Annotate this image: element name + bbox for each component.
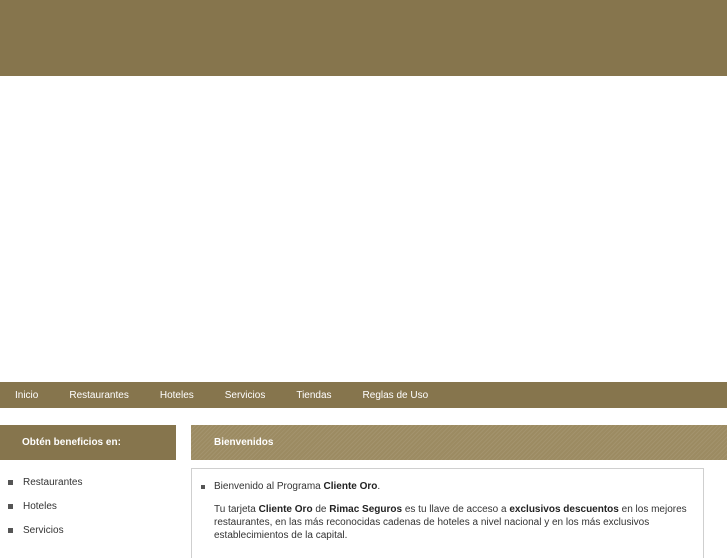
sidebar-title: Obtén beneficios en: — [22, 437, 121, 448]
intro-text-1: Tu tarjeta — [214, 504, 259, 515]
sidebar-item-servicios[interactable]: Servicios — [0, 518, 176, 542]
nav-item-tiendas[interactable]: Tiendas — [296, 390, 331, 401]
main-header: Bienvenidos — [191, 425, 727, 460]
bullet-icon — [8, 479, 13, 485]
welcome-text: Bienvenido al Programa Cliente Oro. — [214, 481, 380, 493]
main-title: Bienvenidos — [214, 437, 274, 448]
welcome-suffix: . — [377, 481, 381, 492]
nav-item-restaurantes[interactable]: Restaurantes — [69, 390, 128, 401]
bullet-icon — [8, 503, 13, 509]
nav-item-hoteles[interactable]: Hoteles — [160, 390, 194, 401]
sidebar-list: Restaurantes Hoteles Servicios — [0, 470, 176, 542]
sidebar-item-label[interactable]: Hoteles — [23, 501, 57, 512]
welcome-line: Bienvenido al Programa Cliente Oro. — [201, 481, 693, 493]
company-name: Rimac Seguros — [329, 504, 403, 515]
hero-area — [0, 76, 727, 382]
card-name: Cliente Oro — [258, 504, 313, 515]
nav-item-reglas-de-uso[interactable]: Reglas de Uso — [363, 390, 429, 401]
sidebar-header: Obtén beneficios en: — [0, 425, 176, 460]
discounts-highlight: exclusivos descuentos — [509, 504, 619, 515]
sidebar-item-hoteles[interactable]: Hoteles — [0, 494, 176, 518]
top-banner — [0, 0, 727, 76]
bullet-icon — [201, 485, 205, 489]
bullet-icon — [8, 527, 13, 533]
intro-text-2: de — [312, 504, 330, 515]
intro-paragraph: Tu tarjeta Cliente Oro de Rimac Seguros … — [214, 503, 693, 542]
sidebar-item-label[interactable]: Servicios — [23, 525, 64, 536]
welcome-prefix: Bienvenido al Programa — [214, 481, 324, 492]
nav-item-servicios[interactable]: Servicios — [225, 390, 266, 401]
program-name: Cliente Oro — [323, 481, 378, 492]
sidebar-item-restaurantes[interactable]: Restaurantes — [0, 470, 176, 494]
sidebar-item-label[interactable]: Restaurantes — [23, 477, 82, 488]
main-navbar: Inicio Restaurantes Hoteles Servicios Ti… — [0, 382, 727, 408]
intro-text-3: es tu llave de acceso a — [402, 504, 510, 515]
nav-item-inicio[interactable]: Inicio — [15, 390, 38, 401]
